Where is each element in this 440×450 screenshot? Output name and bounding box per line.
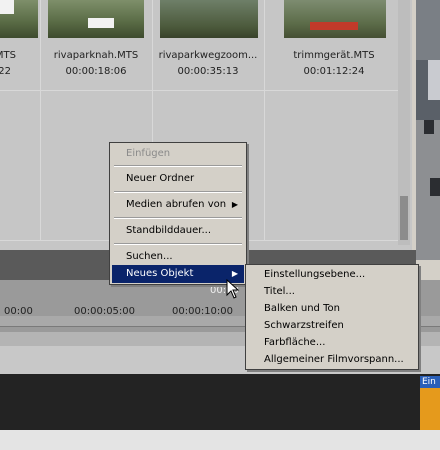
audio-track[interactable] [0, 374, 440, 430]
menu-item-standbilddauer[interactable]: Standbilddauer... [112, 222, 244, 240]
clip-thumbnail[interactable] [48, 0, 144, 38]
bin-cell[interactable] [264, 90, 399, 241]
context-menu: Einfügen Neuer Ordner Medien abrufen von… [109, 142, 247, 285]
clip-name: trimmgerät.MTS [293, 50, 375, 61]
clip-thumbnail[interactable] [0, 0, 38, 38]
clip-duration: 00:00:18:06 [65, 66, 127, 77]
submenu-item-filmvorspann[interactable]: Allgemeiner Filmvorspann... [248, 351, 416, 369]
clip-duration: 22 [0, 66, 11, 77]
submenu-item-balken-und-ton[interactable]: Balken und Ton [248, 300, 416, 318]
submenu-neues-objekt: Einstellungsebene... Titel... Balken und… [245, 264, 419, 370]
clip-name: .MTS [0, 50, 16, 61]
program-monitor-preview [416, 0, 440, 260]
status-bar [0, 430, 440, 450]
clip-thumbnail[interactable] [160, 0, 258, 38]
clip-thumbnail[interactable] [284, 0, 386, 38]
menu-item-suchen[interactable]: Suchen... [112, 248, 244, 266]
timecode-label: 00:00 [4, 306, 33, 317]
submenu-item-einstellungsebene[interactable]: Einstellungsebene... [248, 266, 416, 284]
clip-duration: 00:01:12:24 [303, 66, 365, 77]
mouse-cursor-icon [226, 279, 240, 299]
timecode-label: 00:00:05:00 [74, 306, 136, 317]
timecode-label: 00:00:10:00 [172, 306, 234, 317]
clip-name: rivaparkwegzoom... [158, 50, 258, 61]
menu-item-neuer-ordner[interactable]: Neuer Ordner [112, 170, 244, 188]
menu-separator [114, 191, 242, 193]
menu-item-medien-abrufen[interactable]: Medien abrufen von ▶ [112, 196, 244, 214]
submenu-item-schwarzstreifen[interactable]: Schwarzstreifen [248, 317, 416, 335]
timeline-clip-label: Ein [420, 376, 440, 388]
clip-duration: 00:00:35:13 [177, 66, 239, 77]
submenu-item-titel[interactable]: Titel... [248, 283, 416, 301]
clip-name: rivaparknah.MTS [53, 50, 139, 61]
menu-item-label: Medien abrufen von [126, 199, 227, 210]
menu-item-label: Neues Objekt [126, 268, 194, 279]
submenu-item-farbflaeche[interactable]: Farbfläche... [248, 334, 416, 352]
bin-cell[interactable] [0, 90, 41, 241]
menu-item-neues-objekt[interactable]: Neues Objekt ▶ [112, 265, 244, 283]
submenu-arrow-icon: ▶ [231, 200, 238, 209]
menu-separator [114, 165, 242, 167]
menu-separator [114, 243, 242, 245]
menu-item-einfuegen[interactable]: Einfügen [112, 145, 244, 163]
scrollbar-thumb[interactable] [400, 196, 408, 240]
menu-separator [114, 217, 242, 219]
